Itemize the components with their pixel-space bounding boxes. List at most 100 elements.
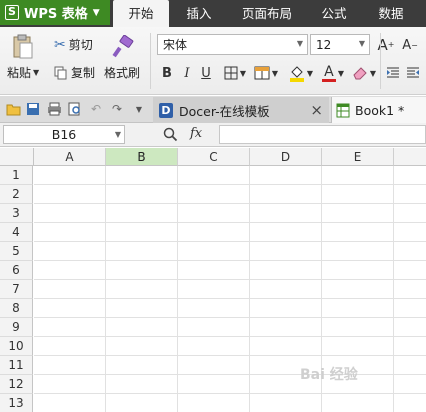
shrink-font-button[interactable]: A − [400, 35, 420, 56]
tab-book1-label: Book1 * [355, 102, 405, 118]
formula-input[interactable] [219, 125, 426, 144]
decrease-indent-button[interactable] [384, 64, 402, 82]
font-color-button[interactable]: A ▼ [318, 63, 348, 83]
row-header[interactable]: 5 [0, 242, 33, 261]
row-header[interactable]: 1 [0, 166, 33, 185]
borders-button[interactable]: ▼ [221, 64, 249, 82]
cut-button[interactable]: ✂ 剪切 [54, 36, 93, 53]
insert-function-button[interactable]: fx [190, 126, 202, 141]
tab-page-layout[interactable]: 页面布局 [232, 0, 302, 27]
tab-home[interactable]: 开始 [113, 0, 169, 27]
select-all-corner[interactable] [0, 148, 34, 166]
chevron-down-icon: ▼ [239, 68, 247, 78]
format-painter-button[interactable]: 格式刷 [104, 64, 140, 81]
row-header[interactable]: 2 [0, 185, 33, 204]
font-color-glyph: A [324, 64, 334, 80]
format-painter-icon[interactable] [110, 33, 136, 61]
clear-format-button[interactable]: ▼ [350, 63, 378, 83]
docer-icon: D [159, 102, 173, 118]
spreadsheet-grid[interactable]: A B C D E 1 2 3 4 5 6 7 8 9 10 11 12 13 [0, 148, 426, 412]
save-icon[interactable] [25, 101, 41, 117]
column-gridline [177, 166, 178, 412]
outdent-icon [407, 67, 419, 78]
row-gridline [34, 393, 426, 394]
merge-cells-icon [254, 66, 270, 80]
redo-icon[interactable]: ↷ [109, 101, 125, 117]
column-header-e[interactable]: E [322, 148, 394, 166]
customize-toolbar-icon[interactable]: ▼ [131, 101, 147, 117]
italic-button[interactable]: I [179, 63, 195, 83]
print-preview-icon[interactable] [67, 101, 83, 117]
chevron-down-icon: ▼ [33, 68, 40, 77]
column-gridline [393, 166, 394, 412]
chevron-down-icon: ▼ [358, 39, 365, 48]
chevron-down-icon: ▼ [306, 68, 314, 78]
column-gridline [105, 166, 106, 412]
app-name: WPS 表格 [24, 7, 88, 22]
bold-button[interactable]: B [159, 63, 175, 83]
paste-icon[interactable] [10, 33, 36, 61]
spreadsheet-icon [336, 103, 350, 117]
indent-icon [387, 67, 399, 78]
copy-button[interactable]: 复制 [54, 64, 95, 81]
undo-icon[interactable]: ↶ [88, 101, 104, 117]
font-size-select[interactable]: 12 ▼ [310, 34, 370, 55]
watermark: Bai 经验 [300, 367, 358, 383]
paste-label: 粘贴 [7, 66, 32, 80]
font-size-value: 12 [316, 37, 332, 52]
underline-button[interactable]: U [198, 63, 214, 83]
print-icon[interactable] [46, 101, 62, 117]
merge-cells-button[interactable]: ▼ [251, 64, 281, 82]
app-menu-button[interactable]: S WPS 表格 ▼ [0, 0, 110, 25]
row-header[interactable]: 13 [0, 394, 33, 412]
row-header[interactable]: 6 [0, 261, 33, 280]
column-header-c[interactable]: C [178, 148, 250, 166]
chevron-down-icon: ▼ [337, 68, 345, 78]
font-name-value: 宋体 [163, 38, 188, 52]
column-header-d[interactable]: D [250, 148, 322, 166]
grow-font-button[interactable]: A + [376, 34, 396, 55]
name-box[interactable]: B16 ▼ [3, 125, 125, 144]
paste-button[interactable]: 粘贴 ▼ [7, 64, 39, 81]
row-gridline [34, 241, 426, 242]
copy-icon [54, 66, 67, 79]
row-gridline [34, 336, 426, 337]
tab-docer-templates[interactable]: D Docer-在线模板 × [153, 97, 329, 123]
wps-logo-icon: S [5, 5, 19, 20]
quick-access-bar: ↶ ↷ ▼ D Docer-在线模板 × Book1 * [0, 96, 426, 123]
chevron-down-icon: ▼ [92, 7, 100, 18]
tab-formulas[interactable]: 公式 [310, 0, 358, 27]
row-header[interactable]: 8 [0, 299, 33, 318]
open-folder-icon[interactable] [5, 101, 21, 117]
row-header[interactable]: 3 [0, 204, 33, 223]
row-header[interactable]: 4 [0, 223, 33, 242]
column-header-b[interactable]: B [106, 148, 178, 166]
column-header-f[interactable] [394, 148, 426, 166]
chevron-down-icon: ▼ [271, 68, 279, 78]
column-header-a[interactable]: A [34, 148, 106, 166]
fill-color-button[interactable]: ▼ [286, 63, 316, 83]
format-painter-label: 格式刷 [104, 66, 141, 80]
close-tab-icon[interactable]: × [310, 101, 323, 119]
row-header[interactable]: 7 [0, 280, 33, 299]
row-header[interactable]: 12 [0, 375, 33, 394]
ribbon-divider [380, 33, 381, 89]
font-name-select[interactable]: 宋体 ▼ [157, 34, 308, 55]
cell-reference: B16 [51, 127, 77, 142]
row-header[interactable]: 9 [0, 318, 33, 337]
row-gridline [34, 279, 426, 280]
tab-book1[interactable]: Book1 * [331, 97, 426, 123]
zoom-search-icon[interactable] [163, 127, 179, 143]
tab-data[interactable]: 数据 [368, 0, 414, 27]
row-header[interactable]: 10 [0, 337, 33, 356]
ribbon-toolbar: 粘贴 ▼ ✂ 剪切 复制 格式刷 宋体 ▼ 12 ▼ A + A − B I U ▼ [0, 27, 426, 95]
font-color-icon: A [321, 64, 336, 82]
row-gridline [34, 355, 426, 356]
tab-insert[interactable]: 插入 [174, 0, 224, 27]
row-header[interactable]: 11 [0, 356, 33, 375]
chevron-down-icon: ▼ [369, 68, 377, 78]
chevron-down-icon: ▼ [296, 39, 303, 48]
cut-label: 剪切 [68, 38, 93, 52]
increase-indent-button[interactable] [404, 64, 422, 82]
row-gridline [34, 374, 426, 375]
